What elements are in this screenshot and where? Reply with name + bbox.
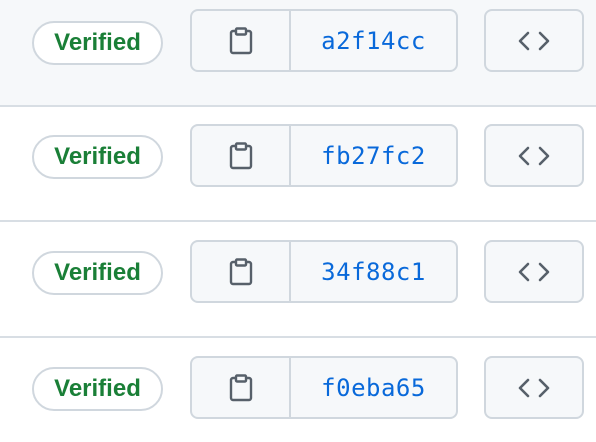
copy-sha-button[interactable]	[192, 11, 291, 70]
code-icon	[517, 30, 551, 52]
verified-badge[interactable]: Verified	[32, 251, 163, 295]
commit-sha-link[interactable]: fb27fc2	[291, 126, 456, 185]
copy-icon	[228, 373, 254, 402]
commit-row: Verified a2f14cc	[0, 0, 596, 107]
copy-icon	[228, 26, 254, 55]
commit-sha-link[interactable]: 34f88c1	[291, 242, 456, 301]
code-icon	[517, 377, 551, 399]
commit-sha-link[interactable]: f0eba65	[291, 358, 456, 417]
commit-sha-link[interactable]: a2f14cc	[291, 11, 456, 70]
browse-repository-button[interactable]	[484, 9, 584, 72]
commit-sha-button-group: f0eba65	[190, 356, 458, 419]
copy-sha-button[interactable]	[192, 358, 291, 417]
copy-sha-button[interactable]	[192, 242, 291, 301]
verified-badge[interactable]: Verified	[32, 135, 163, 179]
copy-icon	[228, 257, 254, 286]
commit-row: Verified 34f88c1	[0, 223, 596, 338]
browse-repository-button[interactable]	[484, 356, 584, 419]
browse-repository-button[interactable]	[484, 124, 584, 187]
code-icon	[517, 261, 551, 283]
browse-repository-button[interactable]	[484, 240, 584, 303]
verified-badge[interactable]: Verified	[32, 367, 163, 411]
commit-row: Verified f0eba65	[0, 339, 596, 442]
code-icon	[517, 145, 551, 167]
commit-sha-button-group: a2f14cc	[190, 9, 458, 72]
commit-list: Verified a2f14cc Verified fb27fc2 Verifi…	[0, 0, 596, 442]
commit-sha-button-group: 34f88c1	[190, 240, 458, 303]
commit-sha-button-group: fb27fc2	[190, 124, 458, 187]
commit-row: Verified fb27fc2	[0, 107, 596, 222]
verified-badge[interactable]: Verified	[32, 21, 163, 65]
copy-icon	[228, 141, 254, 170]
copy-sha-button[interactable]	[192, 126, 291, 185]
